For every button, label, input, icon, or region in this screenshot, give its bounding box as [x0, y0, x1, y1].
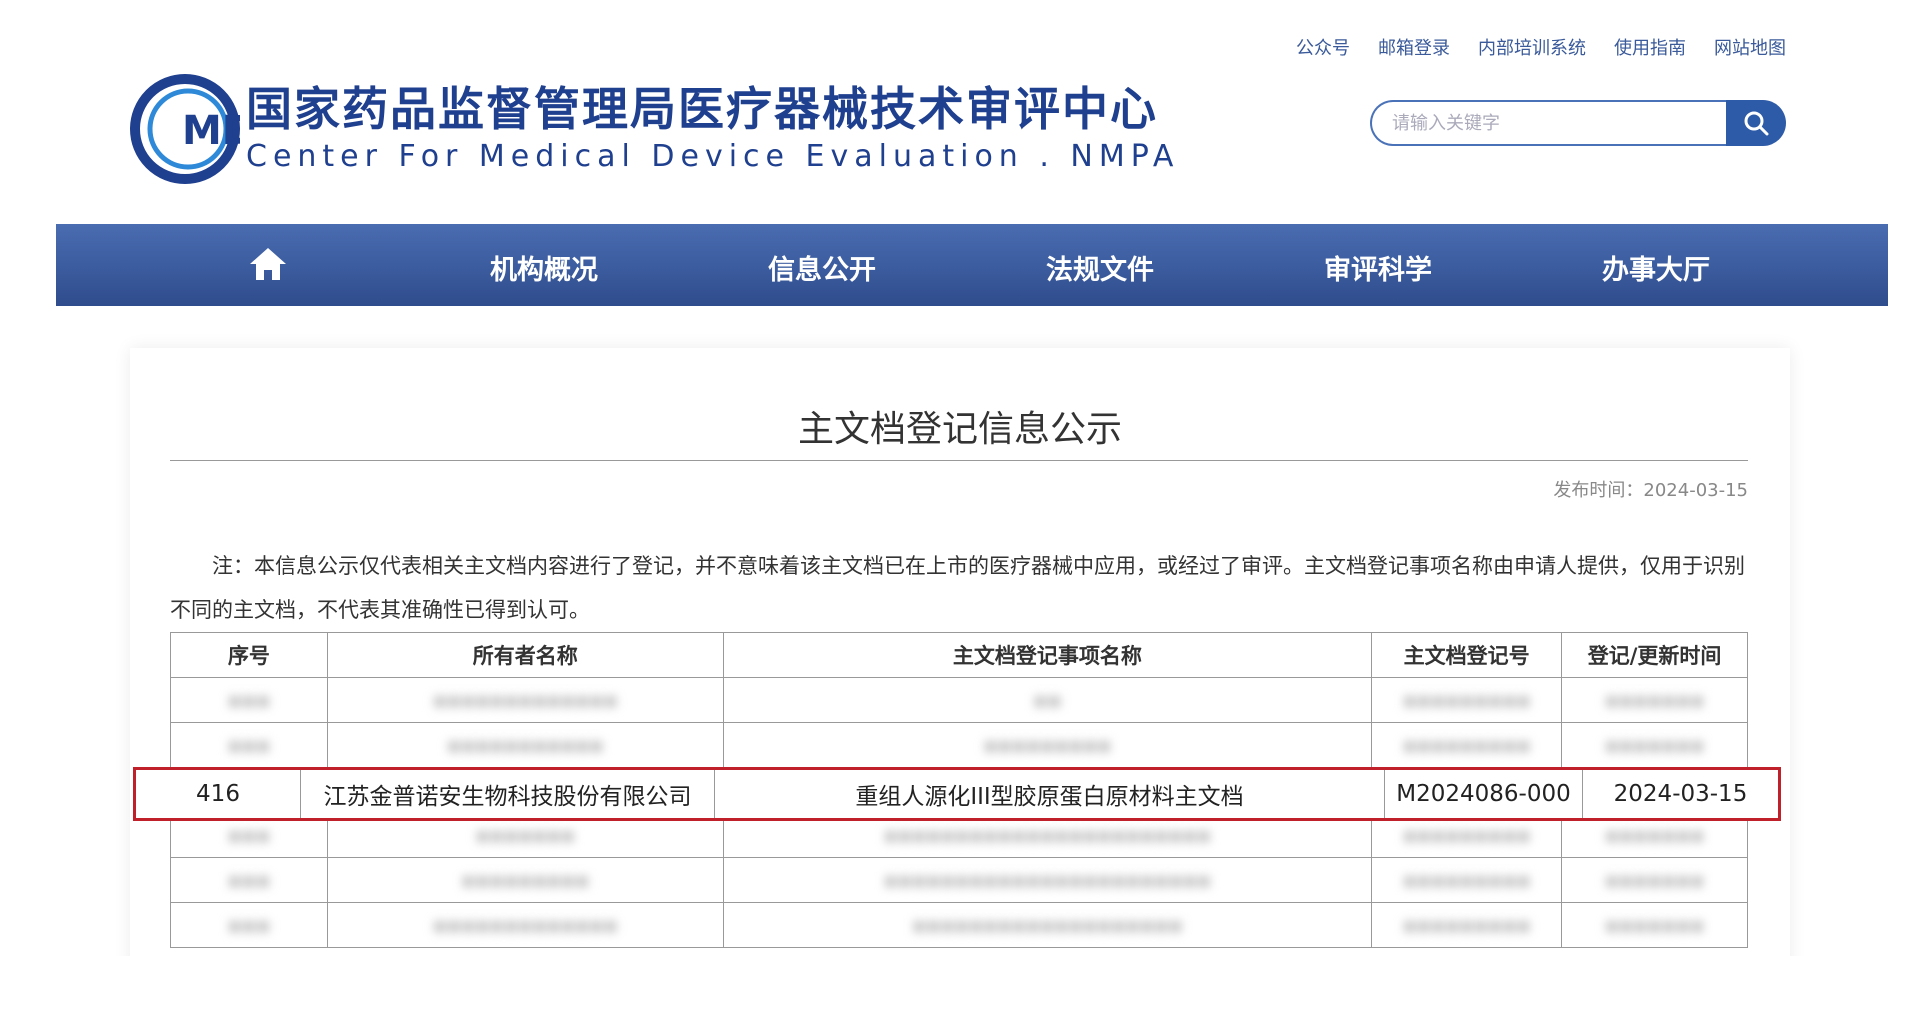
search-bar: [1370, 100, 1786, 146]
page: 公众号 邮箱登录 内部培训系统 使用指南 网站地图 MDE 国家药品监督管理局医…: [0, 0, 1920, 1020]
search-icon: [1744, 111, 1769, 136]
page-title: 主文档登记信息公示: [797, 409, 1122, 450]
nav-home[interactable]: [248, 246, 288, 289]
nav-service-hall[interactable]: 办事大厅: [1602, 248, 1710, 287]
cell-time: 2024-03-15: [1613, 781, 1748, 807]
col-header-time: 登记/更新时间: [1561, 632, 1748, 678]
cell-reg-no: M2024086-000: [1385, 770, 1583, 818]
search-button[interactable]: [1726, 100, 1786, 146]
top-link-wechat[interactable]: 公众号: [1296, 34, 1350, 60]
content-card: 主文档登记信息公示 发布时间：2024-03-15 注：本信息公示仅代表相关主文…: [130, 348, 1790, 1020]
top-link-sitemap[interactable]: 网站地图: [1714, 34, 1786, 60]
col-header-reg-no: 主文档登记号: [1371, 632, 1563, 678]
mde-logo-icon: MDE: [130, 74, 282, 184]
main-nav: 机构概况 信息公开 法规文件 审评科学 办事大厅: [56, 224, 1888, 306]
top-link-training[interactable]: 内部培训系统: [1478, 34, 1586, 60]
publish-time: 发布时间：2024-03-15: [1553, 480, 1748, 501]
col-header-owner: 所有者名称: [326, 632, 724, 678]
title-divider: [170, 460, 1748, 461]
search-input[interactable]: [1370, 100, 1726, 146]
highlighted-table-row[interactable]: 416 江苏金普诺安生物科技股份有限公司 重组人源化III型胶原蛋白原材料主文档…: [133, 767, 1781, 821]
top-link-email[interactable]: 邮箱登录: [1378, 34, 1450, 60]
logo-en-title: Center For Medical Device Evaluation . N…: [246, 139, 1180, 174]
col-header-item-name: 主文档登记事项名称: [722, 632, 1373, 678]
nav-organization[interactable]: 机构概况: [490, 248, 598, 287]
home-icon: [250, 248, 286, 280]
nav-regulations[interactable]: 法规文件: [1046, 248, 1154, 287]
logo-cn-title: 国家药品监督管理局医疗器械技术审评中心: [246, 82, 1158, 136]
top-link-guide[interactable]: 使用指南: [1614, 34, 1686, 60]
table-row-blurred: ▪▪▪ ▪▪▪▪▪▪▪▪▪▪▪ ▪▪▪▪▪▪▪▪▪ ▪▪▪▪▪▪▪▪▪ ▪▪▪▪▪▪▪: [170, 722, 1748, 768]
nav-review-science[interactable]: 审评科学: [1324, 248, 1432, 287]
cell-index: 416: [136, 770, 301, 818]
site-logo[interactable]: MDE 国家药品监督管理局医疗器械技术审评中心 Center For Medic…: [130, 74, 1179, 184]
disclaimer-note: 注：本信息公示仅代表相关主文档内容进行了登记，并不意味着该主文档已在上市的医疗器…: [170, 554, 1745, 622]
cell-owner: 江苏金普诺安生物科技股份有限公司: [301, 770, 715, 818]
logo-text: 国家药品监督管理局医疗器械技术审评中心 Center For Medical D…: [246, 81, 1179, 177]
table-row-blurred: ▪▪▪ ▪▪▪▪▪▪▪▪▪▪▪▪▪ ▪▪ ▪▪▪▪▪▪▪▪▪ ▪▪▪▪▪▪▪: [170, 677, 1748, 723]
table-row-blurred: ▪▪▪▪▪▪▪▪▪▪▪▪▪▪▪▪▪▪▪▪▪▪▪▪▪▪▪▪▪▪▪▪▪▪▪▪▪▪▪▪…: [170, 857, 1748, 903]
top-links: 公众号 邮箱登录 内部培训系统 使用指南 网站地图: [1296, 34, 1786, 60]
col-header-index: 序号: [170, 632, 328, 678]
svg-text:MDE: MDE: [182, 108, 240, 154]
table-header-row: 序号 所有者名称 主文档登记事项名称 主文档登记号 登记/更新时间: [170, 632, 1748, 678]
nav-information[interactable]: 信息公开: [768, 248, 876, 287]
cell-item-name: 重组人源化III型胶原蛋白原材料主文档: [715, 770, 1385, 818]
table-row-blurred: ▪▪▪▪▪▪▪▪▪▪▪▪▪▪▪▪▪▪▪▪▪▪▪▪▪▪▪▪▪▪▪▪▪▪▪▪▪▪▪▪…: [170, 902, 1748, 948]
bottom-whitespace: [0, 956, 1920, 1020]
